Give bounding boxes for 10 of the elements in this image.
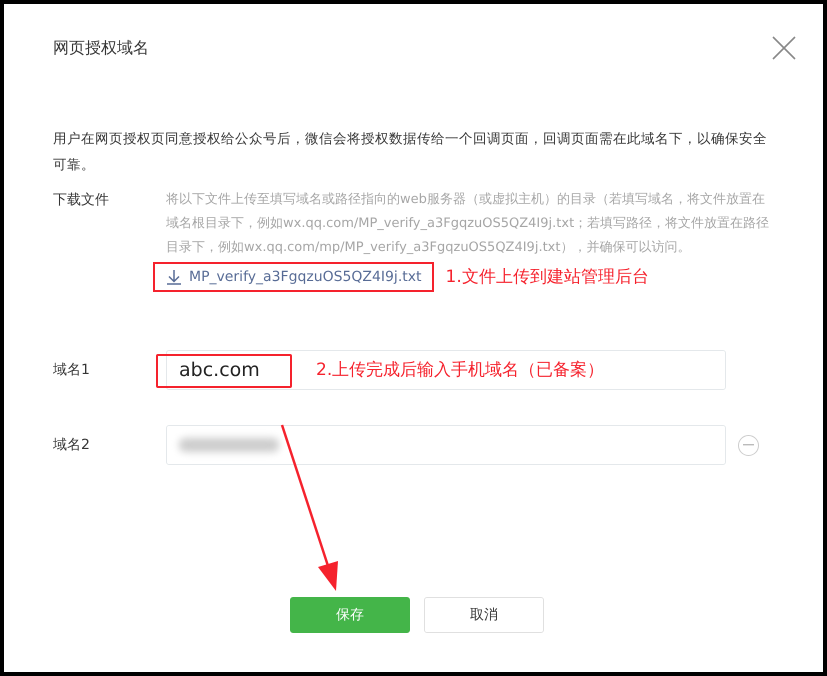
cancel-button[interactable]: 取消 [424,597,544,633]
intro-text: 用户在网页授权页同意授权给公众号后，微信会将授权数据传给一个回调页面，回调页面需在此域名下，以确保安全可靠。 [53,130,768,175]
field-label: 域名1 [53,361,91,380]
annotation-text: 1.文件上传到建站管理后台 [446,266,649,288]
annotation-text: 2.上传完成后输入手机域名（已备案） [316,359,604,381]
download-link[interactable]: MP_verify_a3FgqzuOS5QZ4I9j.txt [165,268,422,286]
dialog-title: 网页授权域名 [53,38,149,58]
field-label: 下载文件 [53,191,110,210]
field-label: 域名2 [53,436,91,455]
instruction-text: 将以下文件上传至填写域名或路径指向的web服务器（或虚拟主机）的目录（若填写域名，将文件放置在域名根目录下，例如wx.qq.com/MP_verify_a3FgqzuOS5QZ4I9j.txt；若填写路径，将文件放置在路径目录下，例如wx.qq.com/mp/MP_verify_a3FgqzuOS5QZ4I9j.txt），并确保可以访问。 [166,191,770,257]
